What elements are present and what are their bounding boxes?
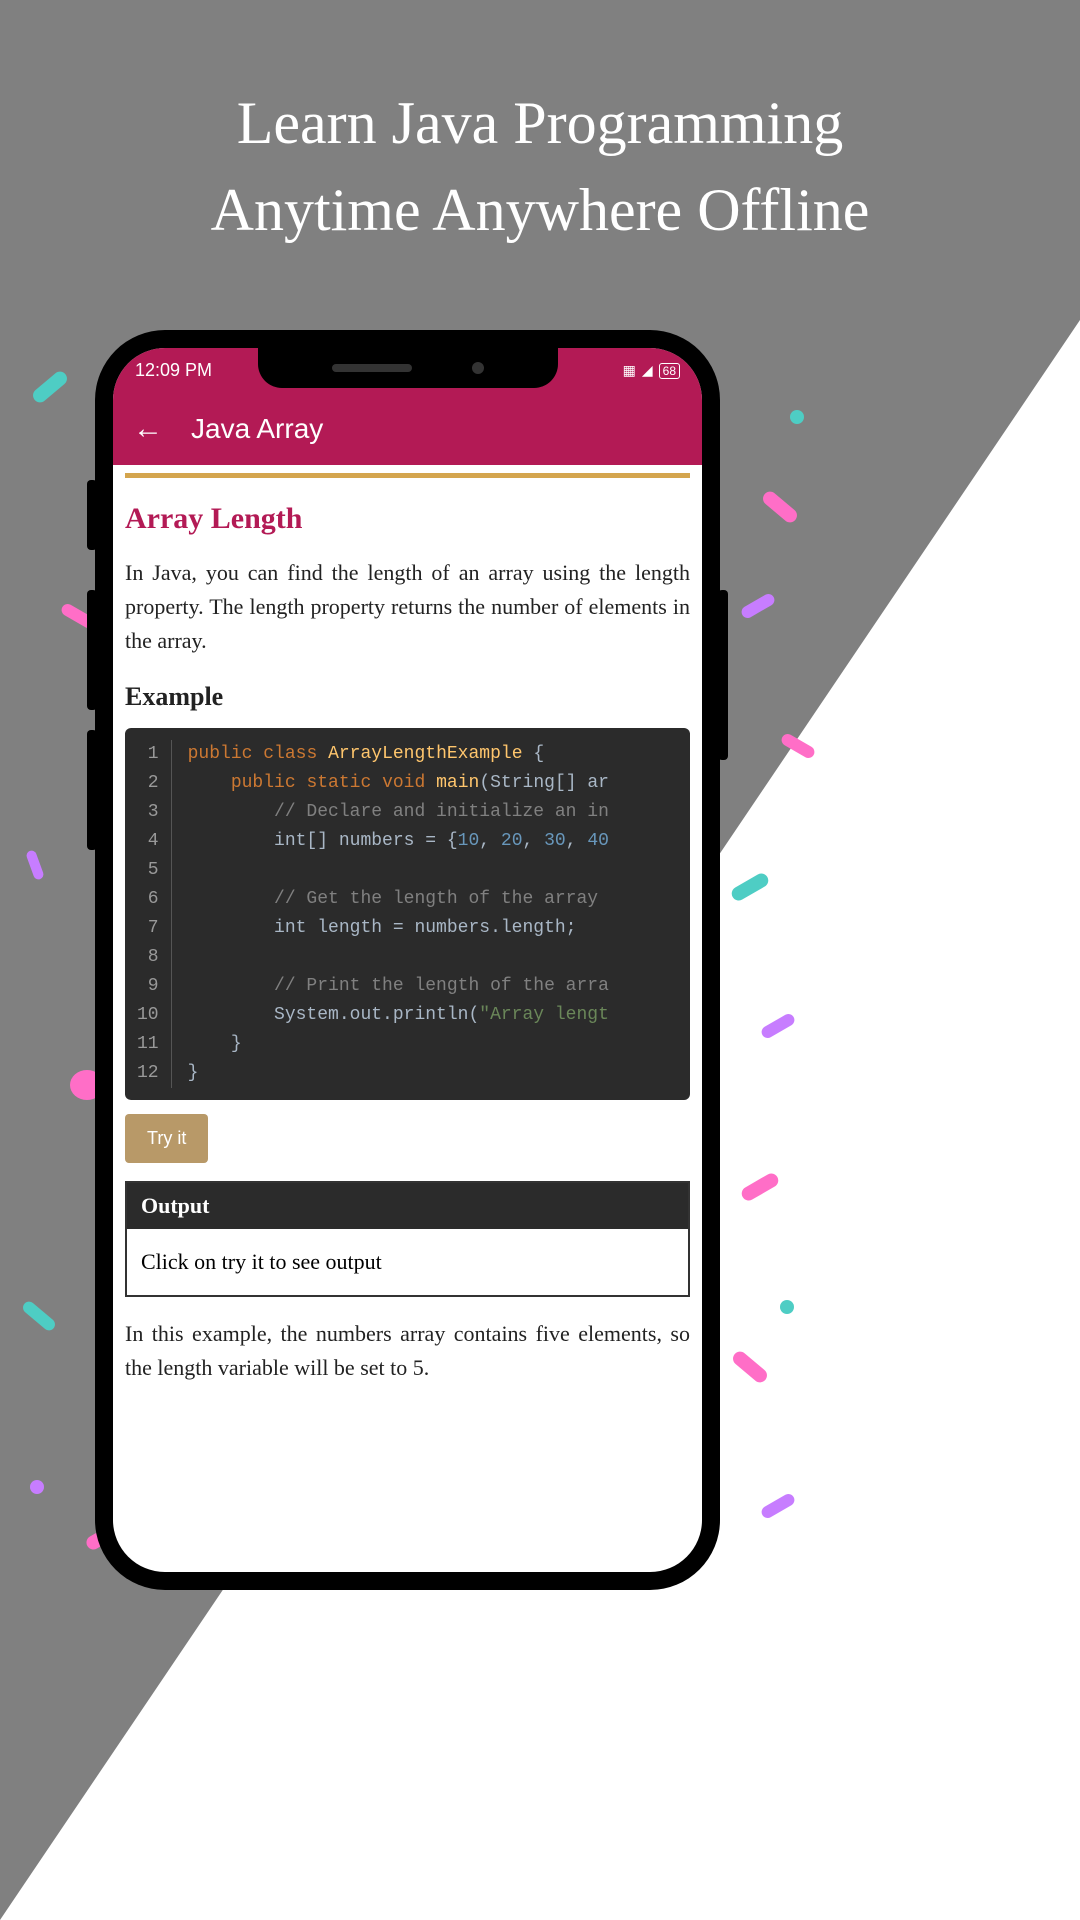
battery-icon: 68 [659,363,680,379]
phone-frame: 12:09 PM ▦ ◢ 68 ← Java Array Array Lengt… [95,330,720,1590]
code-block[interactable]: 123456789101112 public class ArrayLength… [125,728,690,1100]
status-time: 12:09 PM [135,360,212,381]
try-it-button[interactable]: Try it [125,1114,208,1163]
phone-screen: 12:09 PM ▦ ◢ 68 ← Java Array Array Lengt… [113,348,702,1572]
output-box: Output Click on try it to see output [125,1181,690,1297]
network-icon: ▦ [623,362,636,379]
phone-side-button [87,730,97,850]
app-bar: ← Java Array [113,393,702,465]
signal-icon: ◢ [642,362,653,379]
promo-line1: Learn Java Programming [237,90,843,156]
article-content[interactable]: Array Length In Java, you can find the l… [113,473,702,1429]
back-arrow-icon[interactable]: ← [133,412,163,446]
phone-side-button [87,590,97,710]
phone-notch [258,348,558,388]
promo-headline: Learn Java Programming Anytime Anywhere … [0,80,1080,254]
promo-line2: Anytime Anywhere Offline [211,177,870,243]
example-label: Example [125,682,690,712]
output-body: Click on try it to see output [127,1229,688,1295]
divider [125,473,690,478]
code-lines: public class ArrayLengthExample { public… [172,740,690,1088]
phone-side-button [87,480,97,550]
output-header: Output [127,1183,688,1229]
status-indicators: ▦ ◢ 68 [623,362,680,379]
confetti-piece [780,1300,794,1314]
app-bar-title: Java Array [191,413,323,445]
confetti-piece [790,410,804,424]
line-numbers: 123456789101112 [125,740,172,1088]
confetti-piece [30,1480,44,1494]
footer-paragraph: In this example, the numbers array conta… [125,1317,690,1385]
intro-paragraph: In Java, you can find the length of an a… [125,556,690,658]
section-title: Array Length [125,502,690,536]
phone-side-button [718,590,728,760]
